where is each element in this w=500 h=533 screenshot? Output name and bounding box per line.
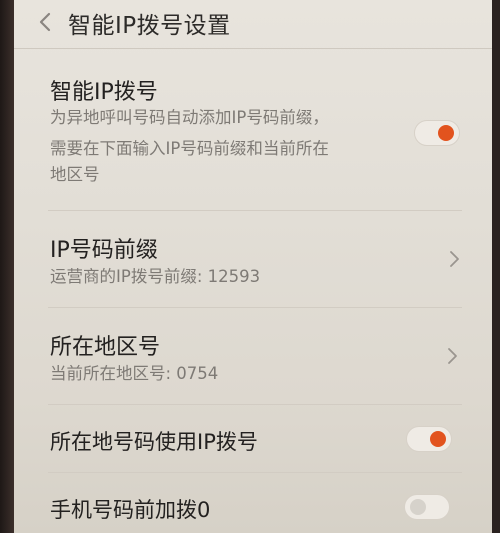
local-use-ip-toggle[interactable] — [406, 426, 452, 452]
setting-title: 所在地区号 — [50, 335, 161, 360]
setting-description-line: 地区号 — [50, 165, 100, 184]
device-bezel-right — [492, 0, 500, 533]
toggle-knob — [438, 125, 454, 141]
setting-title: IP号码前缀 — [50, 238, 158, 263]
setting-title: 智能IP拨号 — [50, 80, 158, 105]
setting-title: 手机号码前加拨0 — [50, 498, 211, 522]
toggle-knob — [430, 431, 446, 447]
page-title: 智能IP拨号设置 — [68, 13, 231, 39]
device-bezel-left — [0, 0, 14, 533]
settings-screen: 智能IP拨号设置 智能IP拨号 为异地呼叫号码自动添加IP号码前缀， 需要在下面… — [14, 0, 492, 533]
chevron-right-icon — [448, 348, 457, 364]
setting-add-zero-prefix[interactable]: 手机号码前加拨0 — [14, 474, 492, 533]
toggle-knob — [410, 499, 426, 515]
divider — [48, 307, 462, 308]
setting-subtitle: 当前所在地区号: 0754 — [50, 364, 219, 383]
header-bar: 智能IP拨号设置 — [14, 0, 492, 49]
divider — [48, 210, 462, 211]
setting-local-use-ip[interactable]: 所在地号码使用IP拨号 — [14, 406, 492, 472]
back-arrow-icon[interactable] — [36, 10, 56, 34]
smart-ip-toggle[interactable] — [414, 120, 460, 146]
setting-area-code[interactable]: 所在地区号 当前所在地区号: 0754 — [14, 309, 492, 403]
setting-smart-ip-dialing[interactable]: 智能IP拨号 为异地呼叫号码自动添加IP号码前缀， 需要在下面输入IP号码前缀和… — [14, 60, 492, 200]
setting-description-line: 需要在下面输入IP号码前缀和当前所在 — [50, 139, 329, 158]
setting-title: 所在地号码使用IP拨号 — [50, 430, 258, 454]
add-zero-toggle[interactable] — [404, 494, 450, 520]
setting-description-line: 为异地呼叫号码自动添加IP号码前缀， — [50, 108, 329, 127]
chevron-right-icon — [450, 251, 459, 267]
divider — [48, 472, 462, 473]
setting-subtitle: 运营商的IP拨号前缀: 12593 — [50, 267, 261, 286]
setting-ip-prefix[interactable]: IP号码前缀 运营商的IP拨号前缀: 12593 — [14, 212, 492, 306]
divider — [48, 404, 462, 405]
